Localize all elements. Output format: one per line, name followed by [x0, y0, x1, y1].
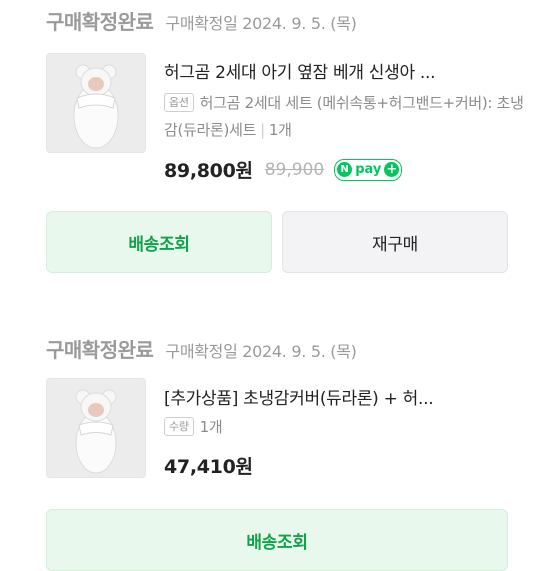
confirm-date: 구매확정일 2024. 9. 5. (목) [165, 342, 357, 361]
track-delivery-button[interactable]: 배송조회 [46, 509, 508, 571]
product-thumbnail[interactable] [46, 378, 146, 478]
product-option: 옵션 허그곰 2세대 세트 (메쉬속통+허그밴드+커버): 초냉감(듀라론)세트 |… [164, 90, 524, 144]
order-status-row: 구매확정완료 구매확정일 2024. 9. 5. (목) [46, 334, 357, 363]
option-tag: 옵션 [164, 93, 194, 112]
sale-price: 89,800원 [164, 160, 253, 182]
product-thumbnail[interactable] [46, 53, 146, 153]
order-status: 구매확정완료 [46, 338, 154, 362]
npay-icon: N pay + [334, 158, 403, 181]
track-delivery-button[interactable]: 배송조회 [46, 211, 272, 273]
baby-pillow-image [47, 379, 145, 477]
npay-label: pay [355, 162, 382, 177]
product-title[interactable]: 허그곰 2세대 아기 옆잠 베개 신생아 ... [164, 58, 436, 83]
quantity-tag: 수량 [164, 417, 194, 436]
quantity: 1개 [199, 418, 223, 436]
price-row: 89,800원 89,900 N pay + [164, 156, 403, 183]
separator: | [260, 121, 265, 139]
price-row: 47,410원 [164, 452, 253, 479]
confirm-date: 구매확정일 2024. 9. 5. (목) [165, 14, 357, 33]
order-status: 구매확정완료 [46, 10, 154, 34]
npay-n-icon: N [337, 162, 353, 177]
product-option: 수량 1개 [164, 414, 524, 441]
order-status-row: 구매확정완료 구매확정일 2024. 9. 5. (목) [46, 6, 357, 35]
reorder-button[interactable]: 재구매 [282, 211, 508, 273]
product-title[interactable]: [추가상품] 초냉감커버(듀라론) + 허... [164, 384, 434, 409]
sale-price: 47,410원 [164, 456, 253, 478]
quantity: 1개 [268, 121, 292, 139]
baby-pillow-image [47, 54, 145, 152]
original-price: 89,900 [264, 159, 325, 180]
option-text: 허그곰 2세대 세트 (메쉬속통+허그밴드+커버): 초냉감(듀라론)세트 [164, 94, 524, 139]
npay-plus-icon: + [384, 162, 400, 177]
